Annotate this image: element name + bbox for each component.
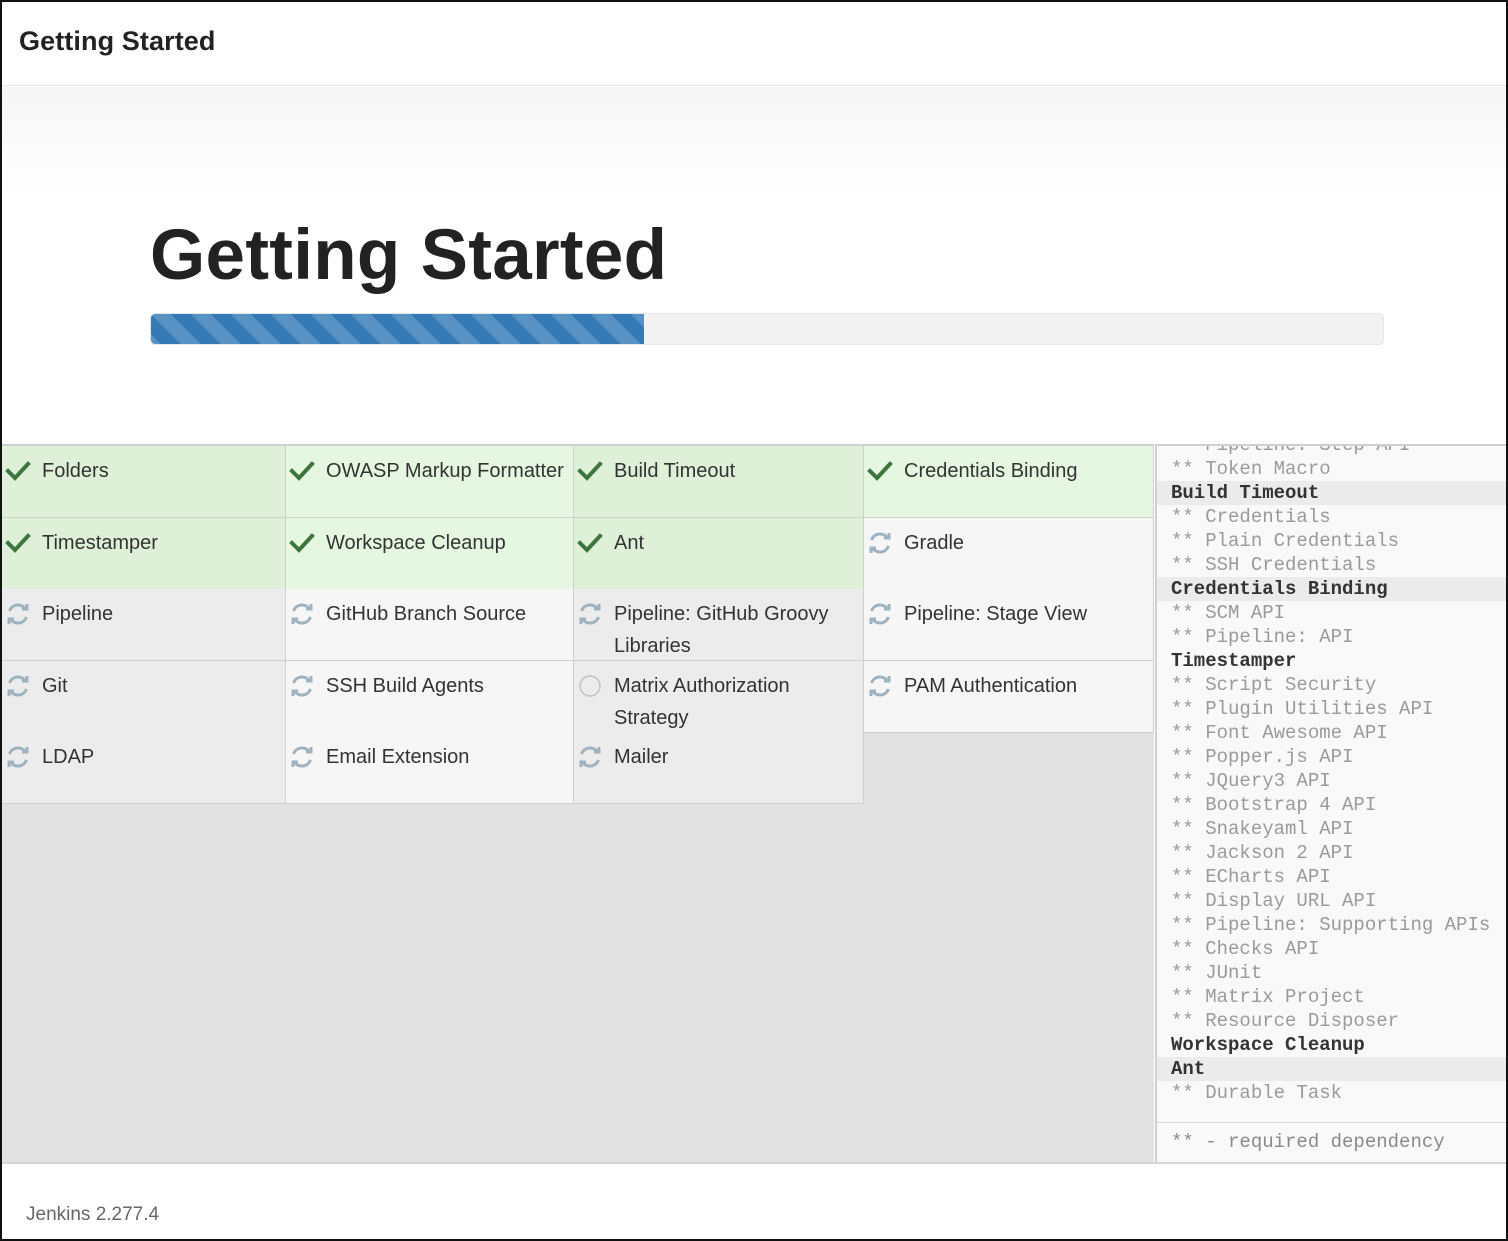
install-log-panel[interactable]: ** Pipeline: Step API ** Token Macro Build… xyxy=(1155,444,1506,1162)
refresh-icon xyxy=(5,744,31,770)
setup-wizard-window: Getting Started Getting Started Folders O… xyxy=(0,0,1508,1241)
log-dependency-line: ** Checks API xyxy=(1171,938,1320,960)
plugin-label: PAM Authentication xyxy=(904,674,1078,697)
plugin-item: Timestamper xyxy=(2,517,286,590)
plugin-label: Git xyxy=(42,674,68,697)
check-icon xyxy=(289,458,315,484)
refresh-icon xyxy=(5,673,31,699)
plugin-label: OWASP Markup Formatter xyxy=(326,460,564,482)
check-icon xyxy=(5,458,31,484)
plugin-item: Workspace Cleanup xyxy=(286,517,574,590)
plugin-item: GitHub Branch Source xyxy=(286,589,574,661)
refresh-icon xyxy=(289,673,315,699)
log-dependency-line: ** SCM API xyxy=(1171,602,1286,624)
refresh-icon xyxy=(289,744,315,770)
log-plugin-heading: Timestamper xyxy=(1171,650,1297,672)
plugin-item: Pipeline: Stage View xyxy=(864,589,1154,661)
plugin-item: PAM Authentication xyxy=(864,660,1154,733)
plugin-label: Ant xyxy=(614,531,645,554)
log-dependency-line: ** Durable Task xyxy=(1171,1082,1343,1104)
log-dependency-line: ** JUnit xyxy=(1171,962,1263,984)
plugin-item: SSH Build Agents xyxy=(286,660,574,733)
install-progress-track xyxy=(150,313,1384,345)
plugin-item: Gradle xyxy=(864,517,1154,590)
log-dependency-line: ** JQuery3 API xyxy=(1171,770,1331,792)
plugin-item: Pipeline: GitHub Groovy Libraries xyxy=(574,589,864,661)
log-dependency-line: ** Matrix Project xyxy=(1171,986,1365,1008)
install-log-legend: ** - required dependency xyxy=(1157,1122,1506,1162)
plugin-label: GitHub Branch Source xyxy=(326,603,527,625)
plugin-label: Mailer xyxy=(614,746,669,768)
refresh-icon xyxy=(867,530,893,556)
refresh-icon xyxy=(289,601,315,627)
refresh-icon xyxy=(867,601,893,627)
check-icon xyxy=(867,458,893,484)
refresh-icon xyxy=(5,601,31,627)
log-dependency-line: ** Resource Disposer xyxy=(1171,1010,1400,1032)
refresh-icon xyxy=(577,744,603,770)
check-icon xyxy=(577,458,603,484)
plugin-item: LDAP xyxy=(2,732,286,804)
log-dependency-line: ** SSH Credentials xyxy=(1171,554,1377,576)
log-dependency-line: ** ECharts API xyxy=(1171,866,1331,888)
log-dependency-line: ** Token Macro xyxy=(1171,458,1331,480)
log-dependency-line: ** Display URL API xyxy=(1171,890,1377,912)
plugin-label: Timestamper xyxy=(42,531,158,554)
log-plugin-heading: Build Timeout xyxy=(1157,481,1506,505)
plugin-item: OWASP Markup Formatter xyxy=(286,446,574,518)
log-dependency-line: ** Font Awesome API xyxy=(1171,722,1388,744)
install-progress-bar xyxy=(151,314,644,344)
log-plugin-heading: Workspace Cleanup xyxy=(1171,1034,1365,1056)
plugin-label: Gradle xyxy=(904,531,965,554)
check-icon xyxy=(289,530,315,556)
log-dependency-line: ** Popper.js API xyxy=(1171,746,1354,768)
log-dependency-line: ** Pipeline: API xyxy=(1171,626,1354,648)
plugin-label: Folders xyxy=(42,460,109,482)
plugin-label: Pipeline: Stage View xyxy=(904,603,1088,625)
plugin-label: Workspace Cleanup xyxy=(326,531,506,554)
log-dependency-line: ** Jackson 2 API xyxy=(1171,842,1354,864)
install-log-lines: ** Pipeline: Step API ** Token Macro Build… xyxy=(1157,444,1506,1105)
log-dependency-line: ** Credentials xyxy=(1171,506,1331,528)
plugin-label: Pipeline: GitHub Groovy Libraries xyxy=(614,603,829,657)
log-dependency-line: ** Pipeline: Step API xyxy=(1171,444,1411,456)
log-plugin-heading: Ant xyxy=(1157,1057,1506,1081)
circle-icon xyxy=(577,673,603,699)
plugin-item: Email Extension xyxy=(286,732,574,804)
plugin-list-area: Folders OWASP Markup Formatter Build Timeo… xyxy=(2,444,1154,1162)
log-dependency-line: ** Plain Credentials xyxy=(1171,530,1400,552)
plugin-item: Mailer xyxy=(574,732,864,804)
plugin-item: Git xyxy=(2,660,286,733)
log-dependency-line: ** Snakeyaml API xyxy=(1171,818,1354,840)
plugin-label: Build Timeout xyxy=(614,460,736,482)
footer-bar: Jenkins 2.277.4 xyxy=(2,1162,1506,1239)
hero-section: Getting Started xyxy=(2,87,1506,444)
log-dependency-line: ** Script Security xyxy=(1171,674,1377,696)
check-icon xyxy=(577,530,603,556)
check-icon xyxy=(5,530,31,556)
log-dependency-line: ** Bootstrap 4 API xyxy=(1171,794,1377,816)
page-title: Getting Started xyxy=(150,216,668,295)
refresh-icon xyxy=(867,673,893,699)
plugin-item: Ant xyxy=(574,517,864,590)
header-bar: Getting Started xyxy=(2,2,1506,86)
plugin-item: Folders xyxy=(2,446,286,518)
version-label: Jenkins 2.277.4 xyxy=(26,1204,160,1225)
plugin-label: Credentials Binding xyxy=(904,460,1078,482)
plugin-item: Matrix Authorization Strategy xyxy=(574,660,864,733)
plugin-item: Credentials Binding xyxy=(864,446,1154,518)
log-dependency-line: ** Pipeline: Supporting APIs xyxy=(1171,914,1491,936)
plugin-item: Pipeline xyxy=(2,589,286,661)
plugin-label: Pipeline xyxy=(42,603,114,625)
plugin-label: Email Extension xyxy=(326,746,470,768)
log-plugin-heading: Credentials Binding xyxy=(1157,577,1506,601)
plugin-label: LDAP xyxy=(42,746,95,768)
refresh-icon xyxy=(577,601,603,627)
plugin-item: Build Timeout xyxy=(574,446,864,518)
plugin-label: Matrix Authorization Strategy xyxy=(614,674,790,729)
plugin-label: SSH Build Agents xyxy=(326,674,484,697)
header-title: Getting Started xyxy=(19,26,216,56)
log-dependency-line: ** Plugin Utilities API xyxy=(1171,698,1434,720)
